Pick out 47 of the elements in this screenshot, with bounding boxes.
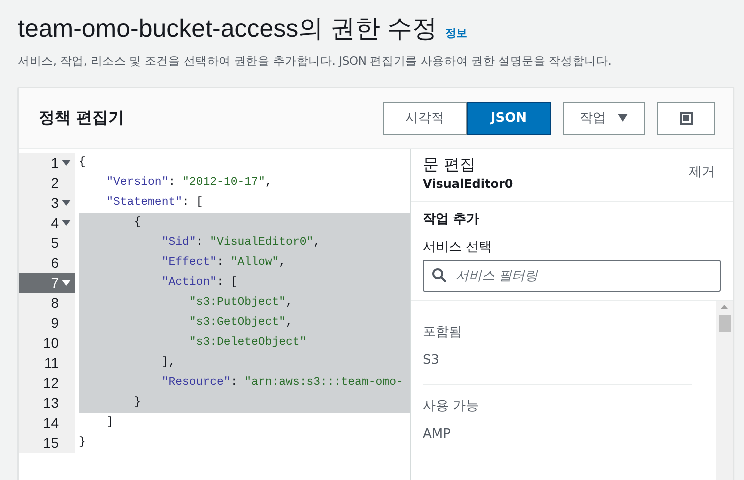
- line-number: 3: [51, 195, 59, 211]
- service-item[interactable]: AMP: [423, 421, 692, 448]
- line-number: 14: [43, 415, 59, 431]
- square-icon: [680, 112, 692, 124]
- service-search-field[interactable]: 서비스 필터링: [423, 260, 721, 292]
- actions-dropdown[interactable]: 작업: [563, 102, 645, 134]
- statement-id: VisualEditor0: [423, 177, 514, 191]
- fold-caret-icon[interactable]: [62, 200, 70, 206]
- line-number: 10: [43, 335, 59, 351]
- line-number: 1: [51, 155, 59, 171]
- code-line: {: [79, 155, 87, 171]
- fold-caret-icon[interactable]: [62, 280, 70, 286]
- field-label: 서비스 선택: [423, 239, 494, 256]
- line-number: 13: [43, 395, 59, 411]
- fold-caret-icon[interactable]: [62, 160, 70, 166]
- scrollbar-thumb[interactable]: [718, 315, 730, 332]
- fold-caret-icon[interactable]: [62, 220, 70, 226]
- line-number: 11: [44, 355, 59, 371]
- mode-tab[interactable]: JSON: [467, 102, 551, 134]
- section-heading: 작업 추가: [423, 211, 481, 228]
- info-link[interactable]: 정보: [446, 26, 468, 41]
- service-item[interactable]: S3: [423, 347, 692, 374]
- mode-tab[interactable]: 시각적: [383, 102, 467, 134]
- scrollbar[interactable]: [716, 301, 733, 480]
- editor-title: 정책 편집기: [39, 108, 126, 128]
- code-line: }: [79, 435, 87, 451]
- caret-icon: [618, 114, 628, 122]
- line-number: 4: [51, 215, 59, 231]
- code-line: "Statement": [: [106, 195, 204, 211]
- line-number: 2: [51, 175, 59, 191]
- line-number: 8: [51, 295, 59, 311]
- code-line: "Version": "2012-10-17",: [106, 175, 274, 191]
- line-number: 9: [51, 315, 59, 331]
- group-heading: 사용 가능: [423, 398, 480, 416]
- line-number: 6: [51, 255, 59, 271]
- code-line: ]: [106, 415, 115, 431]
- remove-link[interactable]: 제거: [689, 163, 715, 191]
- page-title: team-omo-bucket-access의 권한 수정: [18, 14, 438, 45]
- panel-title: 문 편집: [423, 155, 478, 175]
- code-editor[interactable]: [19, 149, 411, 480]
- line-number: 15: [43, 435, 59, 451]
- line-number: 5: [51, 235, 59, 251]
- panel-toggle-button[interactable]: [657, 102, 715, 134]
- group-heading: 포함됨: [423, 324, 463, 342]
- page-description: 서비스, 작업, 리소스 및 조건을 선택하여 권한을 추가합니다. JSON 편집기를 사용하여 권한 설명문을 작성합니다.: [18, 54, 613, 69]
- line-number: 12: [43, 375, 59, 391]
- line-number: 7: [51, 275, 59, 291]
